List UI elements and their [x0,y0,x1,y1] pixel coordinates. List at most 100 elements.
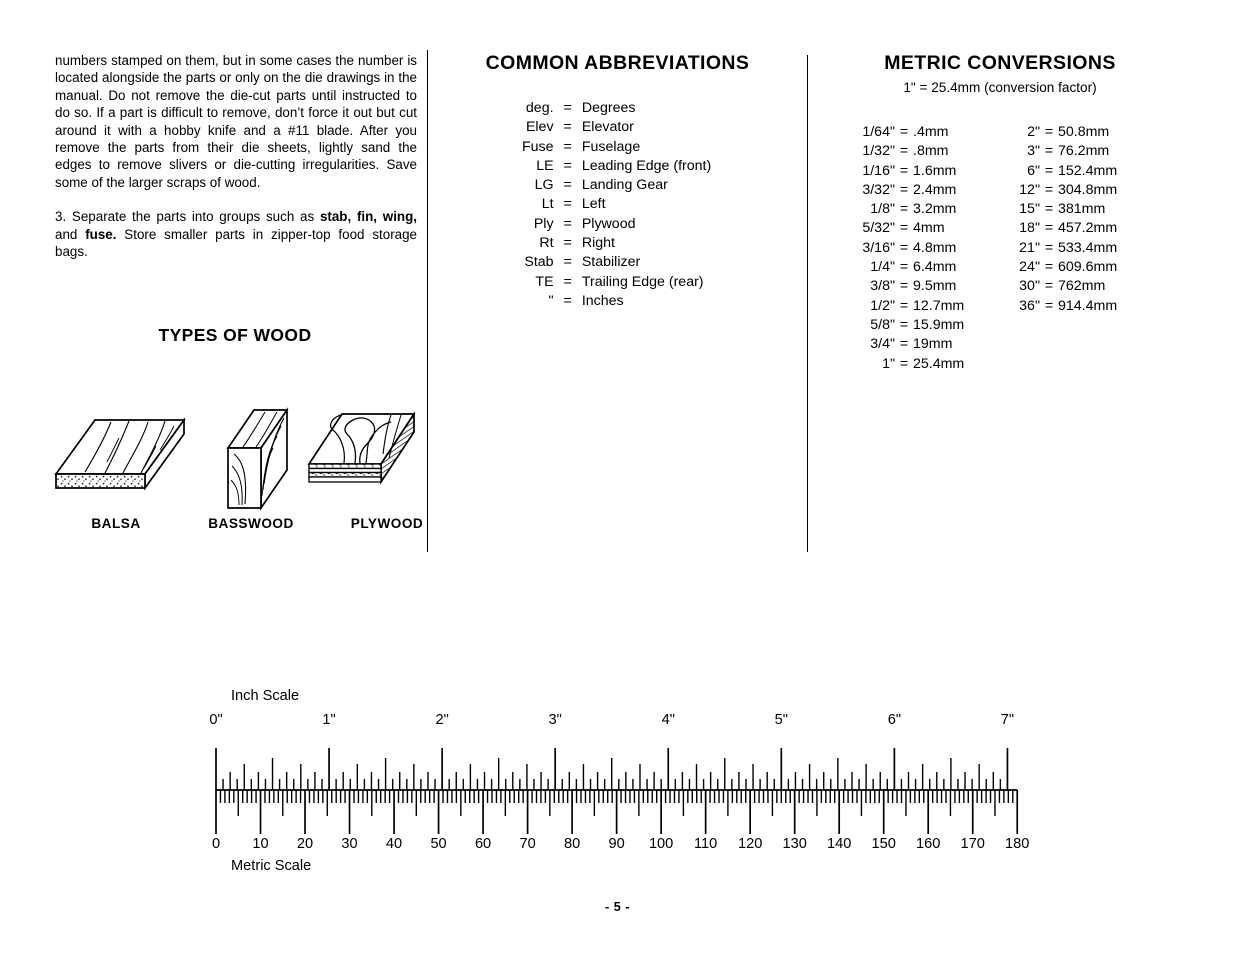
abbreviation-equals: = [563,254,572,271]
ruler-metric-tick-label: 70 [519,836,536,852]
metric-conversion-row: 1/2" = 12.7mm [837,297,1002,316]
metric-mm-value: 4.8mm [913,239,957,256]
metric-inch-value: 36" [1019,297,1040,314]
metric-mm-value: .8mm [913,143,949,160]
ruler-graphic [215,748,1019,834]
abbreviation-row: TE = Trailing Edge (rear) [522,273,711,292]
ruler-metric-tick-label: 80 [563,836,581,852]
metric-mm-value: 533.4mm [1058,239,1118,256]
abbreviation-value: Plywood [581,215,636,232]
abbreviation-row: deg. = Degrees [522,99,711,118]
ruler-metric-tick-label: 0 [211,836,221,852]
metric-mm-value: 457.2mm [1058,220,1118,237]
metric-mm-value: 609.6mm [1058,259,1118,276]
metric-equals: = [899,124,909,140]
column-divider-left [427,50,428,552]
metric-inch-value: 3" [1027,143,1040,160]
metric-conversions-section: METRIC CONVERSIONS 1" = 25.4mm (conversi… [820,52,1180,374]
ruler-metric-tick-label: 170 [960,836,985,852]
metric-inch-value: 1/2" [870,297,895,314]
abbreviation-equals: = [563,100,572,116]
abbreviation-row: Lt = Left [522,195,711,214]
basswood-stick-icon [226,407,289,511]
metric-conversion-row: 15" = 381mm [1002,200,1172,219]
metric-inch-value: 6" [1027,162,1040,179]
ruler-inch-tick-label: 4" [661,712,675,728]
abbreviation-key: Elev [525,119,554,136]
abbreviation-value: Right [581,235,615,252]
abbreviation-equals: = [563,177,572,194]
metric-mm-value: 12.7mm [913,297,965,314]
ruler-metric-tick-label: 130 [782,836,807,852]
metric-equals: = [1044,201,1054,218]
abbreviation-row: Stab = Stabilizer [522,253,711,272]
metric-inch-value: 1/16" [862,162,895,179]
wood-caption-plywood: PLYWOOD [350,516,424,531]
abbreviation-key: LG [534,177,554,194]
abbreviation-key: TE [535,273,554,290]
metric-conversion-row: 5/8" = 15.9mm [837,316,1002,335]
step3-text-part1: 3. Separate the parts into groups such a… [55,209,320,225]
paragraph-step-3: 3. Separate the parts into groups such a… [55,208,417,260]
ruler-figure: Inch Scale Metric Scale 0" 1" 2" 3" 4" 5" 6" 7"… [0,688,1235,888]
metric-conversion-row: 1" = 25.4mm [837,355,1002,374]
metric-equals: = [1044,297,1054,314]
metric-equals: = [1044,162,1054,179]
metric-conversion-row: 1/32" = .8mm [837,142,1002,161]
metric-inch-value: 1" [882,355,895,372]
metric-inch-value: 3/16" [862,239,895,256]
paragraph-continued: numbers stamped on them, but in some cas… [55,53,417,190]
step3-bold-1: stab, fin, wing, [319,209,418,225]
metric-conversion-row: 1/16" = 1.6mm [837,162,1002,181]
metric-inch-value: 18" [1019,220,1040,237]
abbreviation-equals: = [563,196,572,213]
ruler-metric-tick-label: 60 [474,836,492,852]
metric-conversion-row: 6" = 152.4mm [1002,162,1172,181]
abbreviation-equals: = [563,157,572,174]
metric-conversion-row: 1/64" = .4mm [837,123,1002,142]
abbreviation-value: Trailing Edge (rear) [581,273,704,290]
metric-inch-value: 30" [1019,278,1040,295]
abbreviation-equals: = [563,119,572,136]
ruler-inch-tick-label: 7" [1000,712,1015,728]
ruler-metric-tick-label: 50 [430,836,447,852]
metric-equals: = [899,336,909,353]
metric-equals: = [1044,239,1054,256]
metric-mm-value: 152.4mm [1058,162,1118,179]
metric-inch-value: 3/8" [870,278,895,295]
metric-conversion-row: 3/16" = 4.8mm [837,239,1002,258]
metric-conversion-lists: 1/64" = .4mm 1/32" = .8mm 1/16" = 1.6mm 3/32" = 2.4… [820,123,1180,374]
metric-mm-value: 25.4mm [913,355,965,372]
metric-conversion-row: 21" = 533.4mm [1002,239,1172,258]
metric-equals: = [1044,181,1054,198]
abbreviation-key: Lt [541,196,554,213]
abbreviation-value: Fuselage [581,138,641,155]
metric-mm-value: 4mm [913,220,945,237]
metric-equals: = [1044,124,1054,140]
metric-inch-value: 5/8" [870,316,895,333]
metric-inch-value: 15" [1019,201,1040,218]
metric-equals: = [899,316,909,333]
ruler-inch-tick-label: 5" [774,712,788,728]
abbreviation-value: Left [581,196,606,213]
abbreviation-equals: = [563,215,572,232]
abbreviation-equals: = [563,235,572,252]
metric-inch-value: 1/32" [862,143,895,160]
page-number: - 5 - [605,900,630,914]
wood-caption-basswood: BASSWOOD [208,516,294,531]
column-divider-right [807,55,808,552]
metric-equals: = [1044,220,1054,237]
wood-caption-balsa: BALSA [91,516,141,531]
metric-mm-value: 762mm [1058,278,1106,295]
metric-mm-value: 1.6mm [913,162,957,179]
metric-equals: = [899,259,909,276]
ruler-metric-tick-label: 90 [608,836,625,852]
metric-equals: = [899,143,909,160]
ruler-metric-tick-label: 140 [826,836,852,852]
metric-inch-value: 12" [1019,181,1040,198]
abbreviation-equals: = [563,273,572,290]
wood-figures-row: BALSA BASSWOOD PLYWOOD [45,364,425,531]
common-abbreviations-heading: COMMON ABBREVIATIONS [485,52,750,74]
ruler-metric-tick-label: 100 [648,836,674,852]
metric-inch-value: 21" [1019,239,1040,256]
